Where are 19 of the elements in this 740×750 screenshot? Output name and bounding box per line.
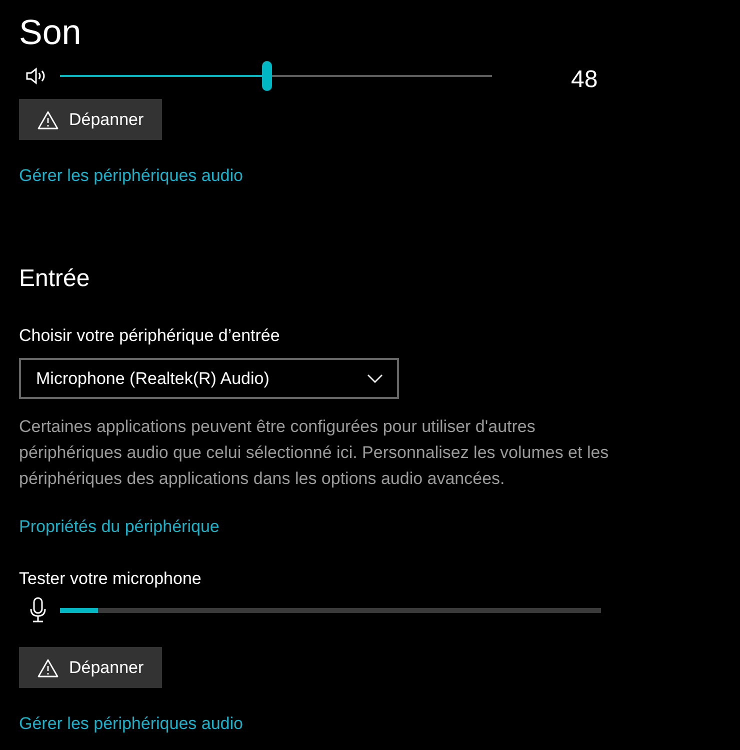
description-text: Certaines applications peuvent être configurées pour utiliser d'autres périphériques audio que celui sélectionné ici. Personnalisez les volumes et les périphériques des applications dans les options audio avancées. xyxy=(19,416,610,490)
chevron-down-icon xyxy=(367,374,383,384)
troubleshoot-button[interactable]: Dépanner xyxy=(19,99,162,140)
slider-thumb[interactable] xyxy=(262,61,272,91)
device-dropdown[interactable]: Microphone (Realtek(R) Audio) xyxy=(19,358,399,399)
section-title: Entrée xyxy=(19,265,90,293)
speaker-icon xyxy=(25,66,47,86)
microphone-icon xyxy=(28,597,48,623)
troubleshoot-button[interactable]: Dépanner xyxy=(19,647,162,688)
volume-slider[interactable] xyxy=(60,61,492,91)
manage-devices-link[interactable]: Gérer les périphériques audio xyxy=(19,714,243,734)
manage-devices-link[interactable]: Gérer les périphériques audio xyxy=(19,166,243,186)
warning-icon xyxy=(37,658,59,678)
device-properties-link[interactable]: Propriétés du périphérique xyxy=(19,517,220,537)
field-label: Choisir votre périphérique d’entrée xyxy=(19,326,280,346)
field-label: Tester votre microphone xyxy=(19,569,202,589)
warning-icon xyxy=(37,110,59,130)
section-title: Son xyxy=(19,13,82,53)
volume-value: 48 xyxy=(571,66,598,94)
